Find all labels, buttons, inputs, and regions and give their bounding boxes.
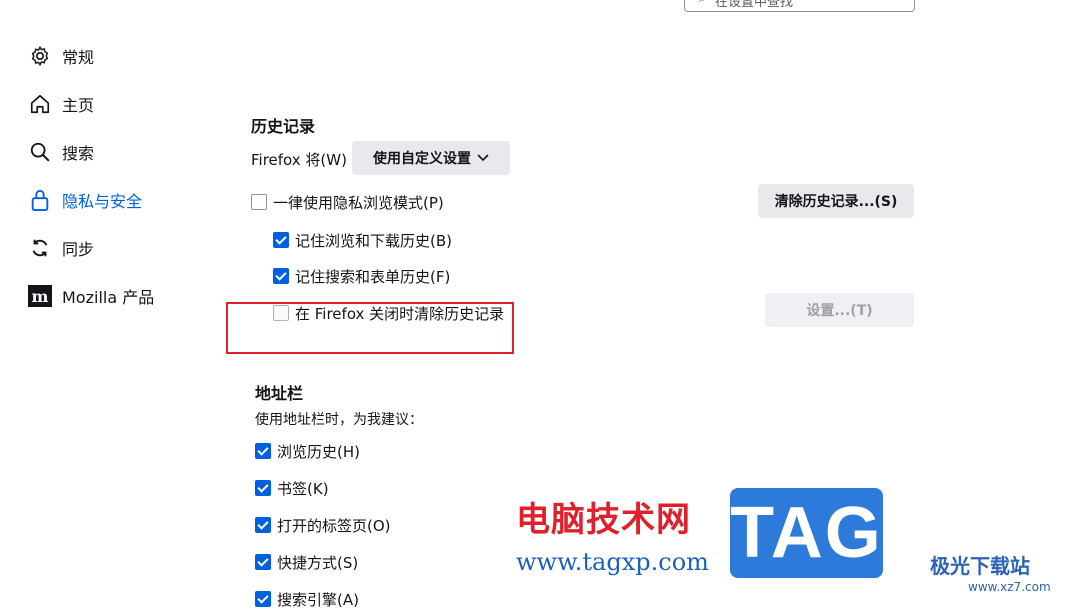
sidebar-item-label: 隐私与安全 bbox=[62, 192, 143, 211]
remember-browsing-checkbox[interactable] bbox=[273, 232, 289, 248]
watermark-right-name: 极光下载站 bbox=[930, 554, 1030, 578]
sidebar-item-privacy[interactable]: 隐私与安全 bbox=[28, 185, 142, 215]
settings-search-input[interactable]: ⌕ 在设置中查找 bbox=[684, 0, 915, 12]
suggest-history-label: 浏览历史(H) bbox=[277, 443, 360, 461]
mozilla-icon: m bbox=[28, 284, 52, 308]
sidebar-item-label: Mozilla 产品 bbox=[62, 288, 155, 307]
firefox-will-label: Firefox 将(W) bbox=[251, 151, 347, 169]
remember-search-checkbox[interactable] bbox=[273, 268, 289, 284]
suggest-engines-label: 搜索引擎(A) bbox=[277, 591, 359, 609]
highlight-annotation-box bbox=[226, 302, 514, 354]
search-placeholder: 在设置中查找 bbox=[715, 0, 794, 10]
sidebar-item-mozilla[interactable]: m Mozilla 产品 bbox=[28, 281, 154, 311]
sidebar-item-label: 搜索 bbox=[62, 144, 95, 163]
clear-history-button[interactable]: 清除历史记录...(S) bbox=[758, 184, 914, 218]
suggest-history-checkbox[interactable] bbox=[255, 443, 271, 459]
watermark-site-url: www.tagxp.com bbox=[516, 548, 709, 576]
history-mode-value: 使用自定义设置 bbox=[373, 151, 471, 167]
search-icon bbox=[28, 140, 52, 164]
suggest-shortcuts-label: 快捷方式(S) bbox=[277, 554, 359, 572]
addressbar-section-title: 地址栏 bbox=[255, 384, 304, 403]
sidebar-item-general[interactable]: 常规 bbox=[28, 41, 94, 71]
gear-icon bbox=[28, 44, 52, 68]
lock-icon bbox=[28, 188, 52, 212]
home-icon bbox=[28, 92, 52, 116]
suggest-engines-checkbox[interactable] bbox=[255, 591, 271, 607]
addressbar-subtitle: 使用地址栏时，为我建议： bbox=[255, 412, 423, 428]
chevron-down-icon bbox=[477, 150, 489, 166]
always-private-checkbox[interactable] bbox=[251, 194, 267, 210]
history-settings-button[interactable]: 设置...(T) bbox=[765, 293, 914, 327]
sidebar-item-label: 常规 bbox=[62, 48, 95, 67]
always-private-label: 一律使用隐私浏览模式(P) bbox=[273, 194, 444, 212]
watermark-tag-logo: TAG bbox=[730, 488, 883, 578]
watermark-right-url: www.xz7.com bbox=[968, 580, 1051, 594]
sidebar-item-label: 同步 bbox=[62, 240, 95, 259]
sidebar-item-sync[interactable]: 同步 bbox=[28, 233, 94, 263]
suggest-bookmarks-checkbox[interactable] bbox=[255, 480, 271, 496]
suggest-tabs-checkbox[interactable] bbox=[255, 517, 271, 533]
sync-icon bbox=[28, 236, 52, 260]
history-mode-select[interactable]: 使用自定义设置 bbox=[352, 141, 510, 175]
svg-text:m: m bbox=[32, 287, 49, 306]
remember-browsing-label: 记住浏览和下载历史(B) bbox=[295, 232, 452, 250]
sidebar-item-label: 主页 bbox=[62, 96, 95, 115]
suggest-tabs-label: 打开的标签页(O) bbox=[277, 517, 391, 535]
suggest-shortcuts-checkbox[interactable] bbox=[255, 554, 271, 570]
suggest-bookmarks-label: 书签(K) bbox=[277, 480, 329, 498]
history-section-title: 历史记录 bbox=[251, 117, 316, 136]
remember-search-label: 记住搜索和表单历史(F) bbox=[295, 268, 451, 286]
search-icon: ⌕ bbox=[699, 0, 706, 6]
watermark-site-name: 电脑技术网 bbox=[516, 500, 691, 540]
sidebar-item-home[interactable]: 主页 bbox=[28, 89, 94, 119]
sidebar-item-search[interactable]: 搜索 bbox=[28, 137, 94, 167]
